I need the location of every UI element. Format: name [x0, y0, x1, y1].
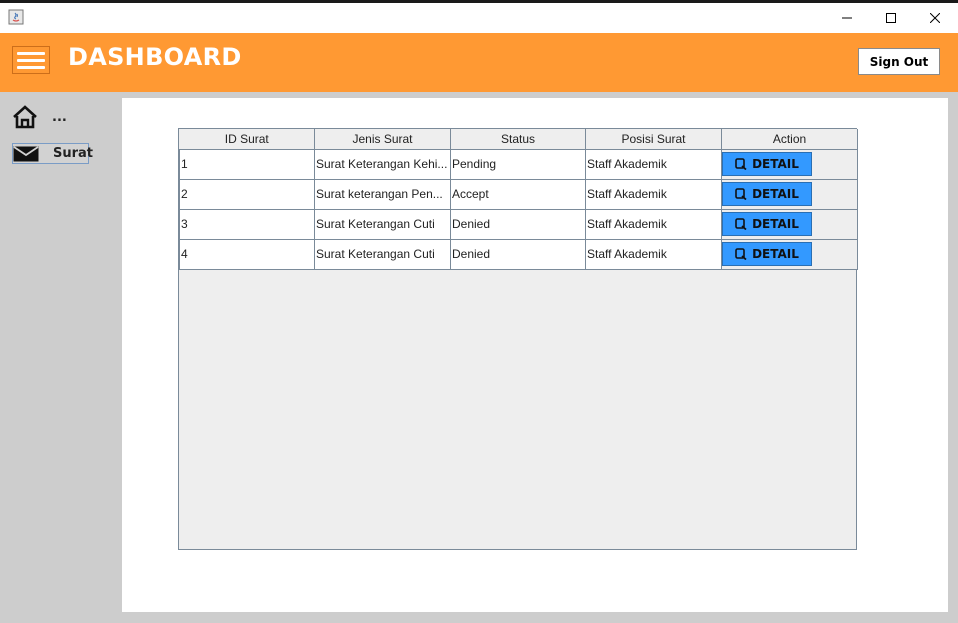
search-detail-icon: [735, 188, 747, 200]
cell-posisi: Staff Akademik: [585, 178, 722, 210]
hamburger-menu-button[interactable]: [12, 46, 50, 74]
minimize-icon: [842, 17, 852, 19]
detail-button[interactable]: DETAIL: [722, 152, 812, 176]
title-bar: [0, 3, 958, 33]
cell-action: DETAIL: [721, 178, 858, 210]
column-header-id-surat[interactable]: ID Surat: [179, 129, 315, 150]
close-button[interactable]: [912, 3, 958, 33]
search-detail-icon: [735, 158, 747, 170]
maximize-icon: [886, 13, 896, 23]
detail-button-label: DETAIL: [752, 247, 799, 261]
cell-id: 3: [179, 208, 315, 240]
table-row[interactable]: 3 Surat Keterangan Cuti Denied Staff Aka…: [179, 208, 858, 240]
sidebar-item-label: Surat: [53, 146, 94, 161]
search-detail-icon: [735, 218, 747, 230]
cell-id: 2: [179, 178, 315, 210]
cell-action: DETAIL: [721, 208, 858, 240]
sidebar-item-surat[interactable]: Surat: [12, 143, 93, 164]
column-header-posisi-surat[interactable]: Posisi Surat: [585, 129, 722, 150]
column-header-jenis-surat[interactable]: Jenis Surat: [314, 129, 451, 150]
detail-button[interactable]: DETAIL: [722, 212, 812, 236]
page-title: DASHBOARD: [68, 43, 242, 71]
cell-posisi: Staff Akademik: [585, 148, 722, 180]
hamburger-line: [17, 58, 45, 62]
search-detail-icon: [735, 248, 747, 260]
cell-posisi: Staff Akademik: [585, 238, 722, 270]
cell-jenis: Surat Keterangan Kehi...: [314, 148, 451, 180]
cell-status: Denied: [450, 238, 586, 270]
detail-button[interactable]: DETAIL: [722, 242, 812, 266]
cell-status: Denied: [450, 208, 586, 240]
surat-table: ID Surat Jenis Surat Status Posisi Surat…: [178, 128, 858, 550]
cell-status: Pending: [450, 148, 586, 180]
column-header-action[interactable]: Action: [721, 129, 858, 150]
table-row[interactable]: 4 Surat Keterangan Cuti Denied Staff Aka…: [179, 238, 858, 270]
home-icon: [13, 105, 37, 129]
table-row[interactable]: 1 Surat Keterangan Kehi... Pending Staff…: [179, 148, 858, 180]
cell-jenis: Surat Keterangan Cuti: [314, 208, 451, 240]
hamburger-line: [17, 65, 45, 69]
close-icon: [930, 13, 940, 23]
cell-posisi: Staff Akademik: [585, 208, 722, 240]
cell-action: DETAIL: [721, 238, 858, 270]
cell-id: 1: [179, 148, 315, 180]
cell-jenis: Surat keterangan Pen...: [314, 178, 451, 210]
cell-action: DETAIL: [721, 148, 858, 180]
sign-out-button[interactable]: Sign Out: [858, 48, 940, 75]
table-row[interactable]: 2 Surat keterangan Pen... Accept Staff A…: [179, 178, 858, 210]
cell-jenis: Surat Keterangan Cuti: [314, 238, 451, 270]
cell-status: Accept: [450, 178, 586, 210]
maximize-button[interactable]: [868, 3, 914, 33]
detail-button-label: DETAIL: [752, 187, 799, 201]
cell-id: 4: [179, 238, 315, 270]
detail-button-label: DETAIL: [752, 157, 799, 171]
detail-button-label: DETAIL: [752, 217, 799, 231]
mail-icon: [13, 146, 39, 162]
java-app-icon: [8, 9, 24, 25]
sidebar-item-home[interactable]: ...: [12, 102, 92, 132]
table-header-row: ID Surat Jenis Surat Status Posisi Surat…: [179, 129, 858, 150]
sidebar-item-label: ...: [52, 109, 67, 125]
hamburger-icon: [17, 51, 45, 55]
column-header-status[interactable]: Status: [450, 129, 586, 150]
minimize-button[interactable]: [824, 3, 870, 33]
dashboard-header: DASHBOARD Sign Out: [0, 33, 958, 92]
detail-button[interactable]: DETAIL: [722, 182, 812, 206]
